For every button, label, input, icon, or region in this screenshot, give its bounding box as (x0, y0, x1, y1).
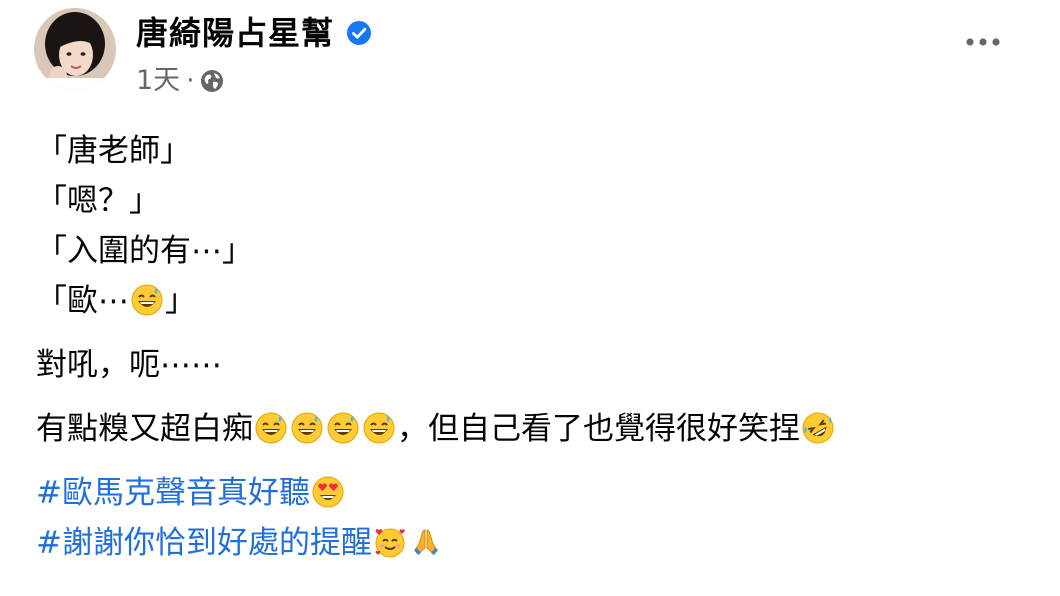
folded-hands-icon (410, 523, 442, 555)
post-line-3: 「入圍的有⋯」 (36, 233, 253, 269)
post-line-6: 有點糗又超白痴 ，但自己看了也覺得很好笑捏 (36, 404, 1036, 454)
more-options-button[interactable] (958, 22, 1008, 62)
post-line-4: 「歐⋯ 」 (36, 276, 1036, 326)
hashtag-link[interactable]: #歐馬克聲音真好聽 (36, 475, 310, 511)
facebook-post: 唐綺陽占星幫 1天 · 「唐老師」 「嗯？」 「入圍的有⋯」 「歐⋯ 」 對吼，… (0, 0, 1060, 596)
post-line-6-start: 有點糗又超白痴 (36, 411, 253, 447)
avatar-image (34, 8, 116, 90)
meta-separator: · (186, 66, 195, 96)
hashtag-link[interactable]: #謝謝你恰到好處的提醒 (36, 525, 372, 561)
author-avatar[interactable] (34, 8, 116, 90)
grinning-face-with-sweat-icon (363, 409, 395, 444)
post-timestamp[interactable]: 1天 (136, 64, 180, 98)
post-line-6-mid: ，但自己看了也覺得很好笑捏 (397, 411, 800, 447)
post-meta: 1天 · (136, 64, 224, 98)
post-header-author: 唐綺陽占星幫 (136, 12, 372, 54)
post-hashtag-line-1: #歐馬克聲音真好聽 (36, 468, 1036, 518)
grinning-face-with-sweat-icon (131, 281, 163, 316)
globe-icon[interactable] (200, 69, 224, 93)
grinning-face-with-sweat-icon (255, 409, 287, 444)
more-horizontal-icon (966, 38, 1000, 46)
verified-badge-icon (346, 20, 372, 46)
smiling-face-with-heart-eyes-icon (312, 473, 344, 508)
post-line-2: 「嗯？」 (36, 183, 160, 219)
post-line-5: 對吼，呃⋯⋯ (36, 347, 222, 383)
post-body: 「唐老師」 「嗯？」 「入圍的有⋯」 「歐⋯ 」 對吼，呃⋯⋯ 有點糗又超白痴 ，但… (36, 126, 1036, 568)
grinning-face-with-sweat-icon (327, 409, 359, 444)
post-hashtag-line-2: #謝謝你恰到好處的提醒 (36, 518, 1036, 568)
author-name[interactable]: 唐綺陽占星幫 (136, 12, 334, 54)
post-line-1: 「唐老師」 (36, 133, 191, 169)
rolling-on-floor-laughing-icon (802, 409, 834, 444)
smiling-face-with-hearts-icon (374, 523, 406, 558)
post-line-4-end: 」 (165, 283, 196, 319)
grinning-face-with-sweat-icon (291, 409, 323, 444)
post-line-4-text: 「歐⋯ (36, 283, 129, 319)
